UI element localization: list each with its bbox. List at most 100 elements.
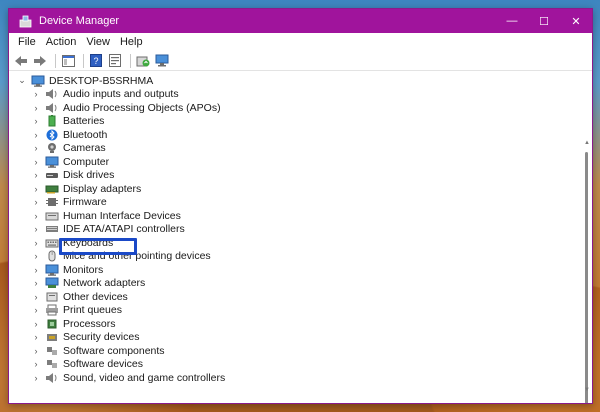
expand-chevron-icon[interactable]: › <box>31 332 41 342</box>
tree-item-computer[interactable]: › Computer <box>31 155 225 169</box>
tree-item-label: Human Interface Devices <box>63 209 181 222</box>
software-component-icon <box>45 345 59 357</box>
tree-item-processors[interactable]: › Processors <box>31 317 225 331</box>
title-bar[interactable]: Device Manager — ☐ ✕ <box>9 9 592 33</box>
tree-item-bluetooth[interactable]: › Bluetooth <box>31 128 225 142</box>
tree-item-audio-processing-objects-apos[interactable]: › Audio Processing Objects (APOs) <box>31 101 225 115</box>
tree-root[interactable]: ⌄ DESKTOP-B5SRHMA <box>17 74 225 88</box>
tree-item-network-adapters[interactable]: › Network adapters <box>31 277 225 291</box>
maximize-icon: ☐ <box>539 15 549 28</box>
tree-item-display-adapters[interactable]: › Display adapters <box>31 182 225 196</box>
back-button[interactable] <box>13 53 29 69</box>
expand-chevron-icon[interactable]: › <box>31 238 41 248</box>
expand-chevron-icon[interactable]: › <box>31 143 41 153</box>
device-manager-window: Device Manager — ☐ ✕ File Action View He… <box>8 8 593 404</box>
tree-item-label: Security devices <box>63 331 140 344</box>
expand-chevron-icon[interactable]: › <box>31 116 41 126</box>
expand-chevron-icon[interactable]: › <box>31 305 41 315</box>
expand-chevron-icon[interactable]: › <box>31 319 41 329</box>
scroll-up-icon[interactable]: ▲ <box>584 140 590 148</box>
expand-chevron-icon[interactable]: › <box>31 170 41 180</box>
tree-item-print-queues[interactable]: › Print queues <box>31 304 225 318</box>
expand-chevron-icon[interactable]: › <box>31 346 41 356</box>
menu-bar: File Action View Help <box>9 33 592 51</box>
tree-item-disk-drives[interactable]: › Disk drives <box>31 169 225 183</box>
expand-chevron-icon[interactable]: › <box>31 359 41 369</box>
expand-chevron-icon[interactable]: › <box>31 224 41 234</box>
help-button[interactable]: ? <box>88 53 104 69</box>
expand-chevron-icon[interactable]: › <box>31 292 41 302</box>
expand-chevron-icon[interactable]: › <box>31 251 41 261</box>
close-icon: ✕ <box>571 15 581 28</box>
scroll-down-icon[interactable]: ▼ <box>584 387 590 395</box>
device-tree-pane[interactable]: ⌄ DESKTOP-B5SRHMA › Audio inputs and outp… <box>9 72 592 403</box>
tree-item-security-devices[interactable]: › Security devices <box>31 331 225 345</box>
menu-action[interactable]: Action <box>41 36 82 48</box>
keyboard-icon <box>45 237 59 249</box>
tree-item-label: Processors <box>63 317 116 330</box>
scroll-thumb[interactable] <box>585 152 588 403</box>
expand-chevron-icon[interactable]: › <box>31 184 41 194</box>
window-title: Device Manager <box>39 15 120 27</box>
tree-item-ide-ata-atapi-controllers[interactable]: › IDE ATA/ATAPI controllers <box>31 223 225 237</box>
update-driver-icon <box>136 56 150 67</box>
speaker-icon <box>45 102 59 114</box>
properties-button[interactable] <box>107 53 123 69</box>
tree-item-label: Batteries <box>63 115 105 128</box>
ide-controller-icon <box>45 223 59 235</box>
tree-item-label: Computer <box>63 155 110 168</box>
camera-icon <box>45 142 59 154</box>
tree-item-other-devices[interactable]: › Other devices <box>31 290 225 304</box>
scan-hardware-button[interactable] <box>154 53 170 69</box>
minimize-icon: — <box>506 15 518 27</box>
forward-button[interactable] <box>32 53 48 69</box>
tree-item-label: Other devices <box>63 290 128 303</box>
tree-item-mice-and-other-pointing-devices[interactable]: › Mice and other pointing devices <box>31 250 225 264</box>
expand-chevron-icon[interactable]: › <box>31 278 41 288</box>
toolbar-separator <box>55 53 56 68</box>
speaker-icon <box>45 88 59 100</box>
tree-item-software-devices[interactable]: › Software devices <box>31 358 225 372</box>
maximize-button[interactable]: ☐ <box>528 9 560 33</box>
display-adapter-icon <box>45 183 59 195</box>
expand-chevron-icon[interactable]: › <box>31 103 41 113</box>
expand-chevron-icon[interactable]: › <box>31 373 41 383</box>
minimize-button[interactable]: — <box>496 9 528 33</box>
monitor-icon <box>45 264 59 276</box>
window-controls: — ☐ ✕ <box>496 9 592 33</box>
tree-item-cameras[interactable]: › Cameras <box>31 142 225 156</box>
tree-item-keyboards[interactable]: › Keyboards <box>31 236 225 250</box>
firmware-icon <box>45 196 59 208</box>
scan-hardware-icon <box>155 54 169 67</box>
expand-chevron-icon[interactable]: › <box>31 157 41 167</box>
svg-text:?: ? <box>93 56 98 66</box>
tree-item-label: Audio Processing Objects (APOs) <box>63 101 221 114</box>
tree-item-batteries[interactable]: › Batteries <box>31 115 225 129</box>
toolbar: ? <box>9 51 592 71</box>
menu-help[interactable]: Help <box>115 36 148 48</box>
vertical-scrollbar[interactable]: ▲ ▼ <box>584 140 590 403</box>
collapse-chevron-icon[interactable]: ⌄ <box>17 75 27 86</box>
battery-icon <box>45 115 59 127</box>
expand-chevron-icon[interactable]: › <box>31 197 41 207</box>
menu-view[interactable]: View <box>81 36 115 48</box>
update-driver-button[interactable] <box>135 53 151 69</box>
menu-file[interactable]: File <box>13 36 41 48</box>
tree-item-software-components[interactable]: › Software components <box>31 344 225 358</box>
expand-chevron-icon[interactable]: › <box>31 265 41 275</box>
show-hide-console-tree-button[interactable] <box>60 53 76 69</box>
expand-chevron-icon[interactable]: › <box>31 89 41 99</box>
tree-item-label: Software devices <box>63 358 143 371</box>
tree-item-label: Disk drives <box>63 169 115 182</box>
expand-chevron-icon[interactable]: › <box>31 130 41 140</box>
tree-item-label: Sound, video and game controllers <box>63 371 226 384</box>
expand-chevron-icon[interactable]: › <box>31 211 41 221</box>
tree-item-firmware[interactable]: › Firmware <box>31 196 225 210</box>
tree-item-monitors[interactable]: › Monitors <box>31 263 225 277</box>
close-button[interactable]: ✕ <box>560 9 592 33</box>
tree-item-audio-inputs-and-outputs[interactable]: › Audio inputs and outputs <box>31 88 225 102</box>
hid-icon <box>45 210 59 222</box>
tree-item-sound-video-and-game-controllers[interactable]: › Sound, video and game controllers <box>31 371 226 385</box>
toolbar-separator <box>130 53 131 68</box>
tree-item-human-interface-devices[interactable]: › Human Interface Devices <box>31 209 225 223</box>
